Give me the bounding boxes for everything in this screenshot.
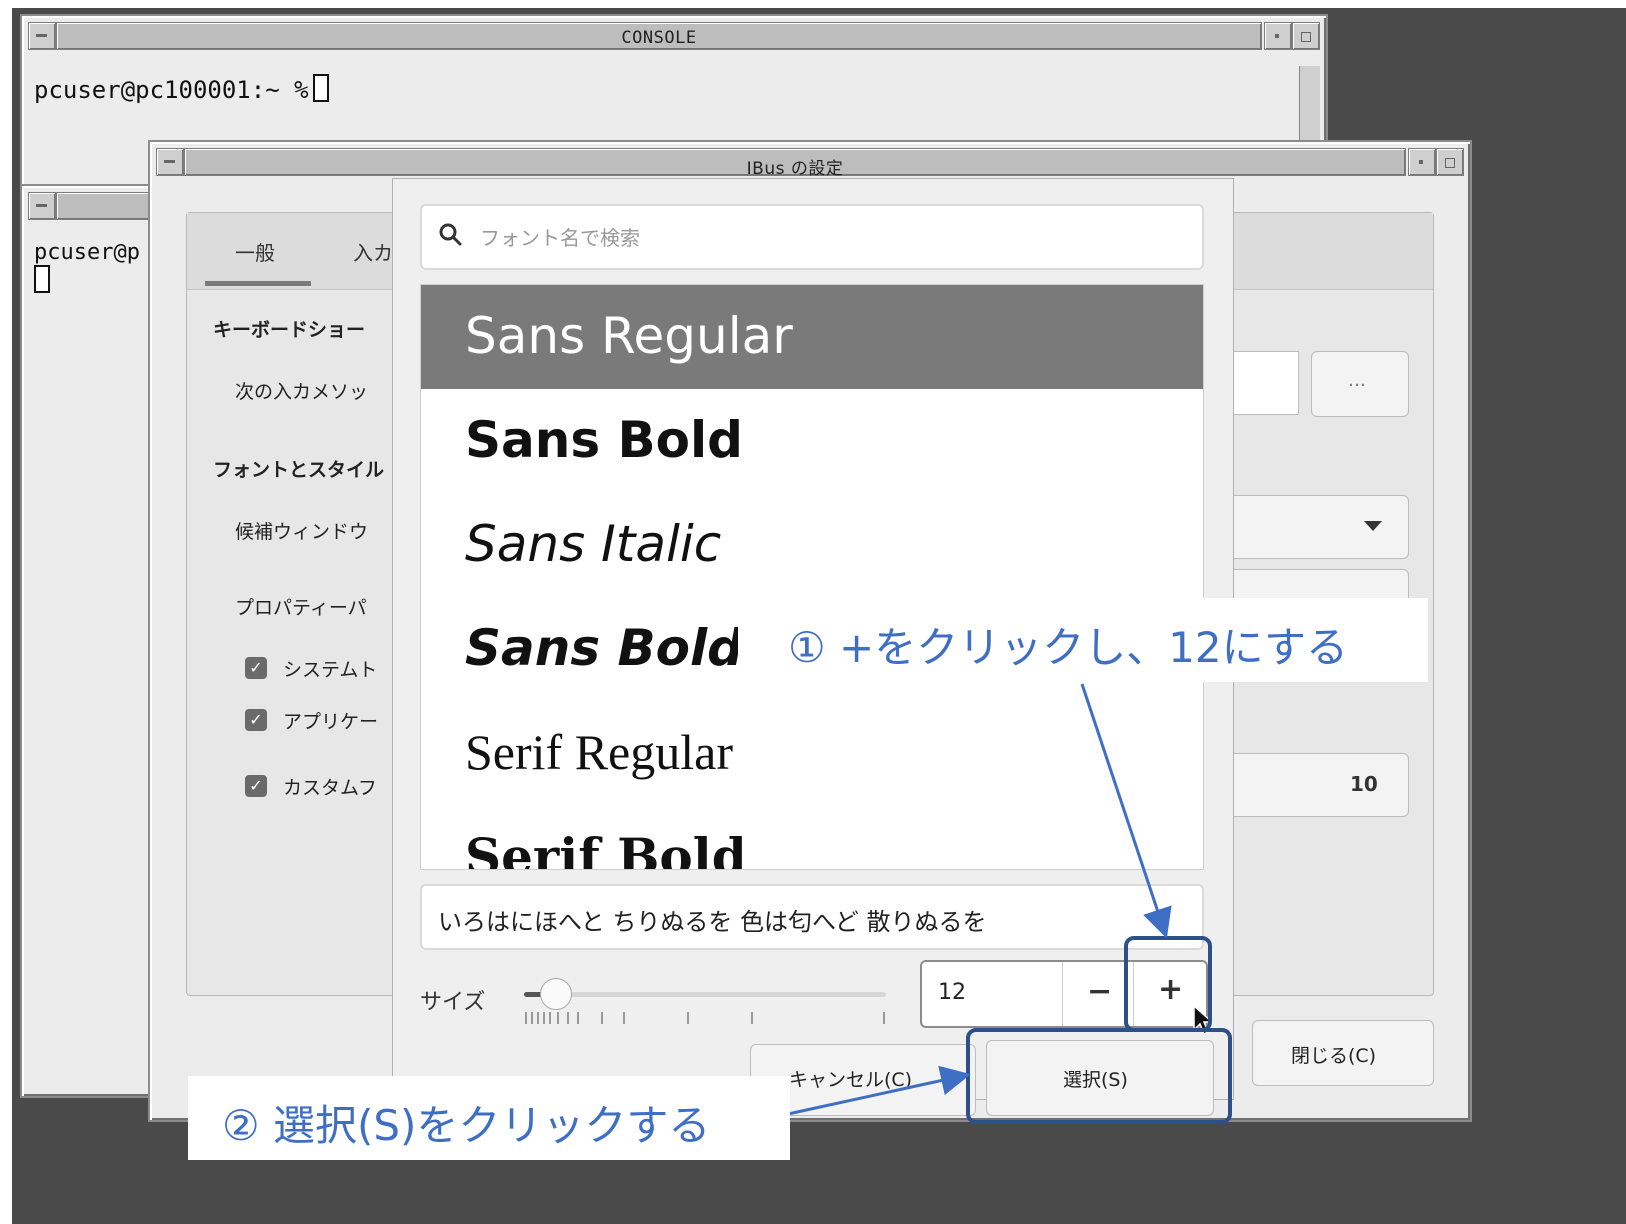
step2-callout: ② 選択(S)をクリックする <box>188 1076 790 1160</box>
step1-text: ① +をクリックし、12にする <box>788 623 1349 672</box>
arrow-step2 <box>787 1065 971 1116</box>
arrow-step1 <box>1080 683 1172 939</box>
step2-text: ② 選択(S)をクリックする <box>222 1101 711 1150</box>
step1-callout: ① +をクリックし、12にする <box>738 598 1428 682</box>
